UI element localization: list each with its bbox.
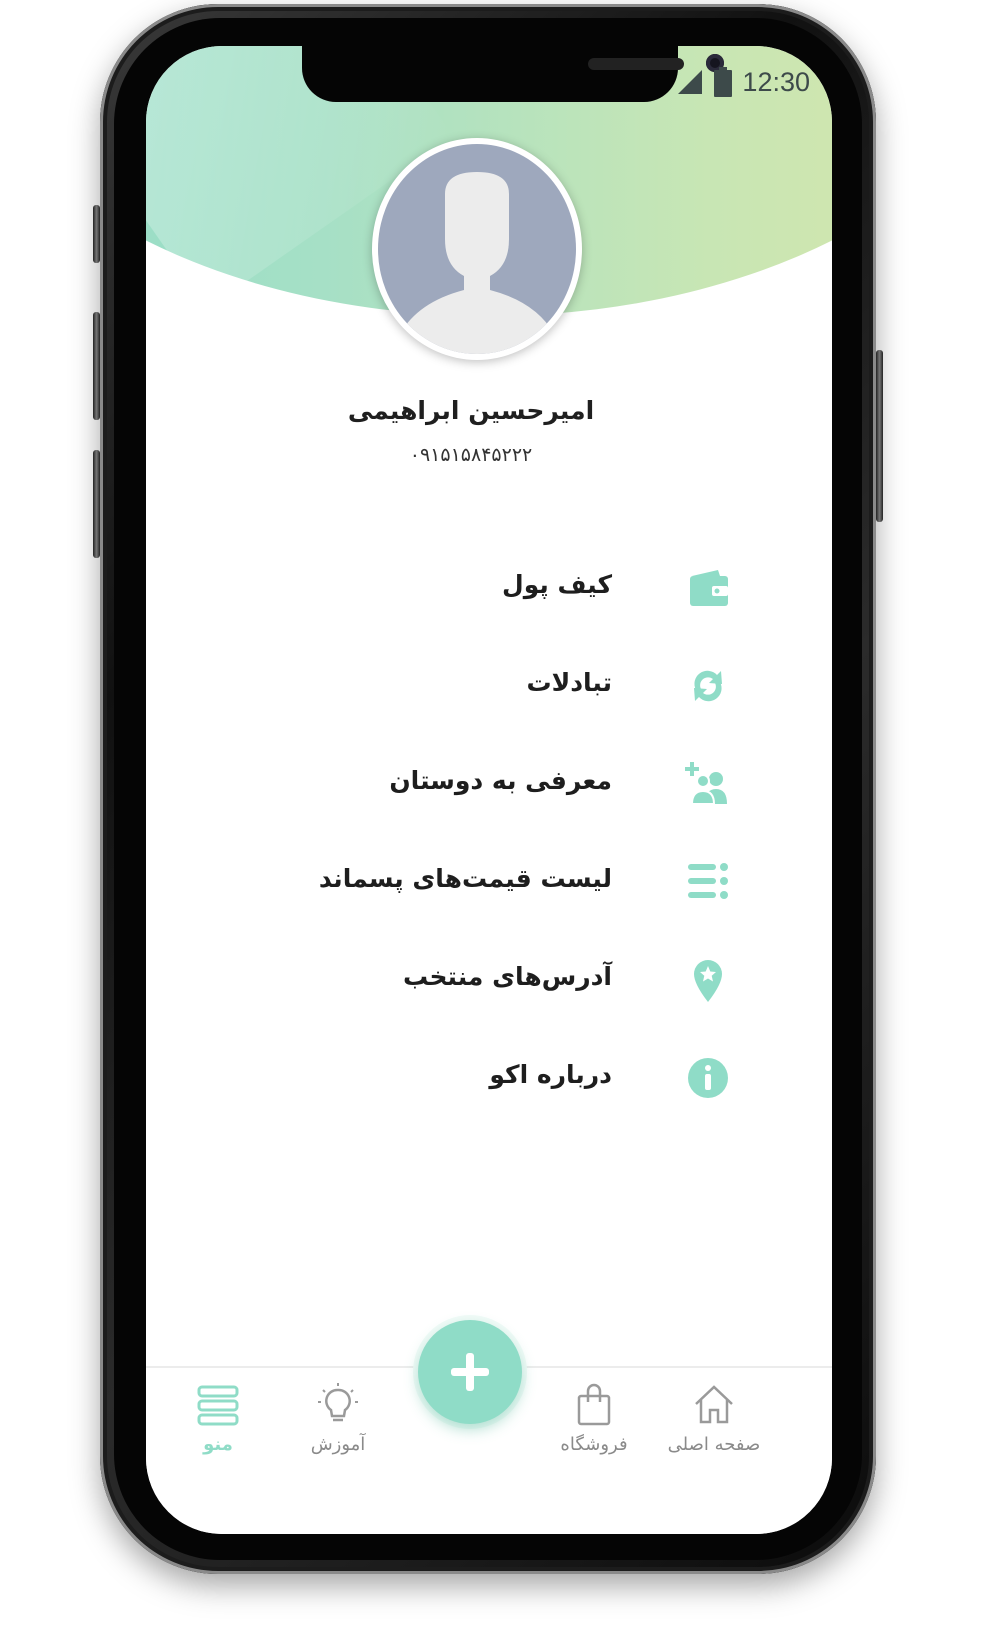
wallet-icon <box>690 570 728 606</box>
user-phone: ۰۹۱۵۱۵۸۴۵۲۲۲ <box>409 444 533 466</box>
user-name: امیرحسین ابراهیمی <box>347 396 595 425</box>
menu-item-label: درباره اکو <box>489 1060 612 1089</box>
shopping-bag-icon <box>577 1383 611 1426</box>
status-bar: 12:30 <box>676 64 810 100</box>
menu-item-about[interactable]: درباره اکو <box>146 1048 832 1110</box>
info-icon <box>688 1058 728 1098</box>
menu-item-price-list[interactable]: لیست قیمت‌های پسماند <box>146 852 832 914</box>
tab-label: منو <box>203 1434 233 1455</box>
avatar[interactable] <box>372 138 582 360</box>
app-screen: 12:30 امیرحسین ابراهیمی ۰۹۱۵۱۵۸۴۵۲۲۲ کیف… <box>146 46 832 1534</box>
add-friend-icon <box>685 762 727 805</box>
menu-item-label: لیست قیمت‌های پسماند <box>318 864 612 893</box>
speaker <box>588 58 684 70</box>
volume-up-button <box>93 312 100 420</box>
menu-item-label: آدرس‌های منتخب <box>403 962 612 991</box>
power-button <box>876 350 883 522</box>
tab-store[interactable]: فروشگاه <box>534 1382 654 1478</box>
menu-item-exchanges[interactable]: تبادلات <box>146 656 832 718</box>
notch <box>302 46 724 102</box>
menu-item-label: تبادلات <box>526 668 612 697</box>
signal-icon <box>678 70 703 94</box>
home-icon <box>695 1385 733 1424</box>
location-star-icon <box>694 960 722 1002</box>
add-button[interactable] <box>418 1320 522 1424</box>
exchange-icon <box>694 670 722 702</box>
menu-item-saved-addresses[interactable]: آدرس‌های منتخب <box>146 950 832 1012</box>
menu-item-invite-friends[interactable]: معرفی به دوستان <box>146 754 832 816</box>
menu-item-wallet[interactable]: کیف پول <box>146 558 832 620</box>
lightbulb-icon <box>318 1383 358 1422</box>
tab-home[interactable]: صفحه اصلی <box>654 1382 774 1478</box>
tab-label: آموزش <box>310 1434 366 1455</box>
menu-icon <box>197 1385 239 1426</box>
tab-menu[interactable]: منو <box>158 1382 278 1478</box>
list-icon <box>688 863 728 899</box>
battery-icon <box>714 67 733 97</box>
default-user-icon <box>400 172 554 354</box>
tab-label: صفحه اصلی <box>667 1434 761 1455</box>
menu-item-label: معرفی به دوستان <box>389 766 612 795</box>
menu-item-label: کیف پول <box>502 570 612 599</box>
tab-label: فروشگاه <box>560 1434 628 1455</box>
volume-down-button <box>93 450 100 558</box>
status-time: 12:30 <box>742 66 810 97</box>
mute-switch <box>93 205 100 263</box>
tab-education[interactable]: آموزش <box>278 1382 398 1478</box>
